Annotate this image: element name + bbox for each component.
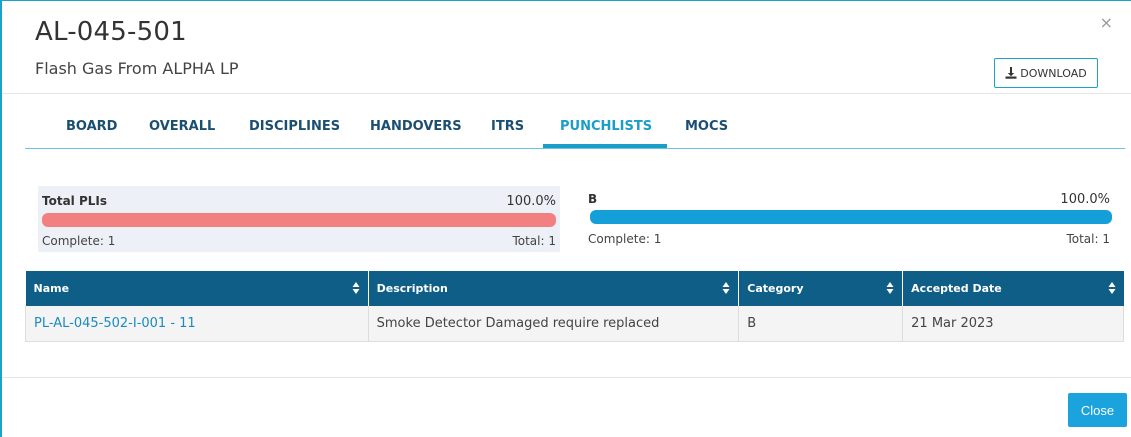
progress-bar (590, 210, 1112, 224)
tab-overall[interactable]: OVERALL (149, 119, 215, 134)
stat-percent: 100.0% (1060, 192, 1110, 207)
punchlist-table: Name Description Category Accepted Date (25, 271, 1124, 342)
tab-handovers[interactable]: HANDOVERS (370, 119, 462, 134)
active-tab-indicator (543, 144, 667, 148)
column-label: Description (376, 282, 448, 295)
download-icon (1005, 67, 1017, 79)
cell-description: Smoke Detector Damaged require replaced (368, 306, 740, 342)
progress-bar (42, 213, 556, 227)
close-icon[interactable]: × (1100, 13, 1113, 32)
stat-category-b: B 100.0% Complete: 1 Total: 1 (586, 186, 1112, 252)
download-label: DOWNLOAD (1020, 66, 1087, 80)
column-label: Name (33, 282, 70, 295)
cell-accepted-date: 21 Mar 2023 (902, 306, 1124, 342)
tab-mocs[interactable]: MOCS (685, 119, 728, 134)
modal-subtitle: Flash Gas From ALPHA LP (35, 59, 239, 78)
cell-category: B (738, 306, 904, 342)
column-header-accepted-date[interactable]: Accepted Date (902, 271, 1124, 306)
tab-bar: BOARD OVERALL DISCIPLINES HANDOVERS ITRS… (25, 109, 1125, 149)
column-header-category[interactable]: Category (738, 271, 904, 306)
stat-label: Total PLIs (42, 194, 108, 208)
table-row: PL-AL-045-502-I-001 - 11 Smoke Detector … (25, 306, 1124, 342)
sort-icon[interactable] (1108, 281, 1116, 295)
download-button[interactable]: DOWNLOAD (994, 58, 1098, 88)
column-header-description[interactable]: Description (368, 271, 740, 306)
table-header-row: Name Description Category Accepted Date (25, 271, 1124, 306)
modal-header: AL-045-501 Flash Gas From ALPHA LP × DOW… (2, 1, 1131, 94)
punch-item-link[interactable]: PL-AL-045-502-I-001 - 11 (34, 316, 196, 331)
tab-punchlists[interactable]: PUNCHLISTS (560, 119, 652, 134)
stat-total-plis: Total PLIs 100.0% Complete: 1 Total: 1 (38, 186, 560, 252)
modal-title: AL-045-501 (35, 17, 187, 47)
stat-label: B (588, 192, 598, 206)
close-button[interactable]: Close (1068, 393, 1127, 427)
sort-icon[interactable] (722, 281, 730, 295)
stat-percent: 100.0% (506, 194, 556, 209)
sort-icon[interactable] (352, 281, 360, 295)
tab-board[interactable]: BOARD (66, 119, 117, 134)
column-header-name[interactable]: Name (25, 271, 369, 306)
tab-disciplines[interactable]: DISCIPLINES (249, 119, 340, 134)
cell-name: PL-AL-045-502-I-001 - 11 (25, 306, 369, 342)
footer-divider (2, 377, 1131, 378)
stat-total: Total: 1 (1066, 232, 1110, 246)
column-label: Category (747, 282, 804, 295)
stat-complete: Complete: 1 (42, 234, 116, 248)
sort-icon[interactable] (886, 281, 894, 295)
stat-total: Total: 1 (512, 234, 556, 248)
column-label: Accepted Date (911, 282, 1002, 295)
stat-complete: Complete: 1 (588, 232, 662, 246)
punchlist-modal: AL-045-501 Flash Gas From ALPHA LP × DOW… (0, 0, 1131, 437)
tab-itrs[interactable]: ITRS (491, 119, 524, 134)
